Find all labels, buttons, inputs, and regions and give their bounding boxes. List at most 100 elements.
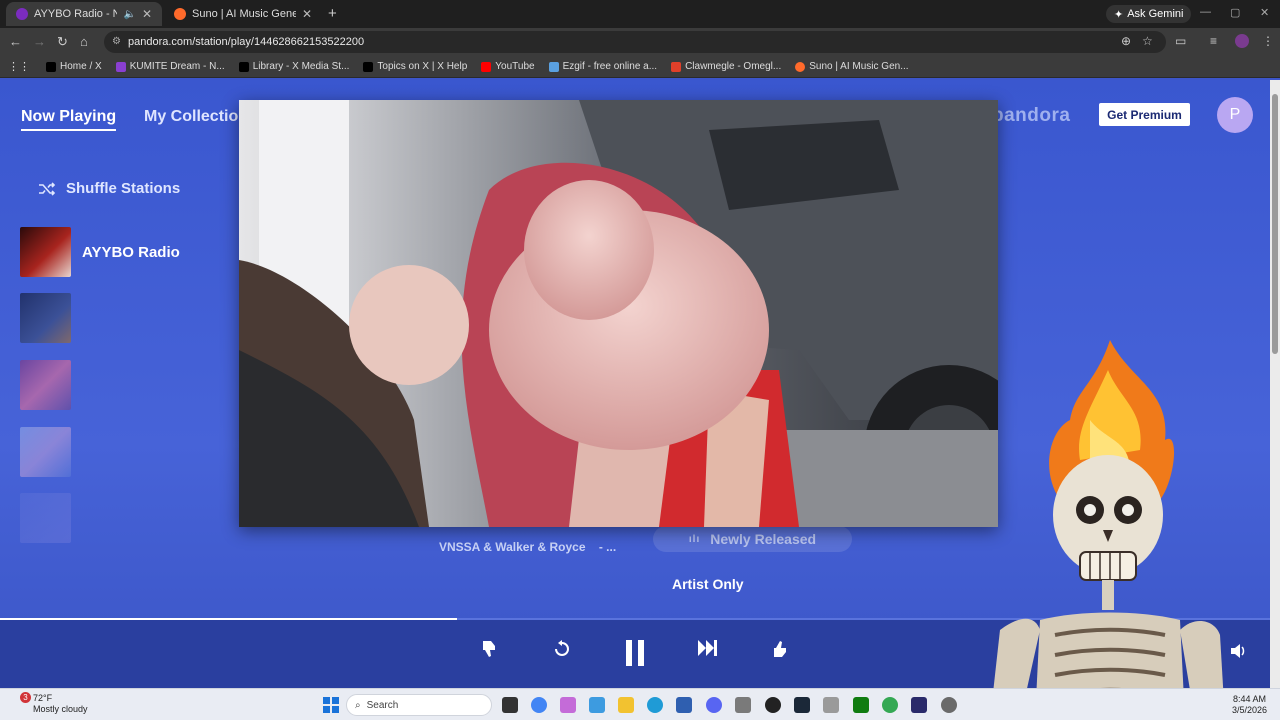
bookmark-item[interactable]: Home / X [46, 61, 102, 72]
profile-icon[interactable] [1235, 34, 1249, 48]
xbox-icon[interactable] [853, 697, 869, 713]
station-thumb-ayybo[interactable] [20, 227, 71, 277]
nav-my-collection[interactable]: My Collection [144, 108, 248, 126]
bookmark-star-icon[interactable]: ☆ [1142, 34, 1153, 48]
chrome-icon[interactable] [531, 697, 547, 713]
waveform-icon: ılı [688, 533, 701, 545]
copilot-icon[interactable] [560, 697, 576, 713]
track-artist[interactable]: VNSSA & Walker & Royce - ... [439, 540, 616, 554]
windows-start-icon[interactable] [323, 697, 339, 713]
discord-icon[interactable] [706, 697, 722, 713]
suno-favicon-icon [174, 8, 186, 20]
video-overlay[interactable] [239, 100, 998, 527]
close-tab-icon[interactable]: ✕ [302, 7, 312, 21]
mode-pill[interactable]: ılı Newly Released [653, 526, 852, 552]
shuffle-stations-button[interactable]: Shuffle Stations [38, 180, 180, 197]
search-placeholder: Search [366, 699, 399, 711]
settings-icon[interactable] [941, 697, 957, 713]
zoom-icon[interactable]: ⊕ [1121, 34, 1131, 48]
shuffle-label: Shuffle Stations [66, 180, 181, 197]
gimp-icon[interactable] [823, 697, 839, 713]
youtube-icon [481, 61, 492, 72]
new-tab-icon[interactable]: + [328, 5, 337, 22]
address-bar[interactable]: ⚙ pandora.com/station/play/1446286621535… [104, 31, 1166, 53]
home-icon[interactable]: ⌂ [80, 34, 88, 49]
windows-taskbar: 3 72°F Mostly cloudy ⌕ Search 8:44 AM 3/… [0, 688, 1280, 720]
tab-ayybo-radio[interactable]: AYYBO Radio - Now Playing 🔈 ✕ [6, 2, 162, 26]
bookmark-item[interactable]: YouTube [481, 61, 535, 72]
time-total: 3:21 [1160, 648, 1182, 660]
search-icon: ⌕ [355, 699, 361, 711]
apps-grid-icon[interactable]: ⋮⋮ [8, 60, 30, 73]
thumbs-up-icon[interactable] [772, 640, 788, 658]
photos-icon[interactable] [589, 697, 605, 713]
progress-bar[interactable] [0, 618, 458, 620]
bookmark-item[interactable]: Topics on X | X Help [363, 61, 467, 72]
clawmegle-icon [671, 61, 682, 72]
shuffle-icon [39, 181, 56, 196]
maximize-icon[interactable]: ▢ [1230, 6, 1240, 19]
bookmark-label: Suno | AI Music Gen... [809, 61, 909, 72]
task-view-icon[interactable] [502, 697, 518, 713]
station-name[interactable]: AYYBO Radio [82, 244, 180, 261]
toolbar: ← → ↻ ⌂ ⚙ pandora.com/station/play/14462… [0, 28, 1280, 56]
reading-list-icon[interactable]: ≡ [1210, 34, 1217, 48]
cast-icon[interactable]: ▭ [1175, 34, 1186, 48]
chrome-profile-icon[interactable] [882, 697, 898, 713]
tab-title: AYYBO Radio - Now Playing [34, 8, 118, 20]
bookmark-label: Home / X [60, 61, 102, 72]
bookmark-item[interactable]: KUMITE Dream - N... [115, 61, 225, 72]
bookmark-item[interactable]: Ezgif - free online a... [548, 61, 657, 72]
minimize-icon[interactable]: — [1200, 6, 1211, 18]
pandora-logo[interactable]: pandora [992, 105, 1070, 127]
bookmark-label: Library - X Media St... [252, 61, 350, 72]
scrollbar-thumb[interactable] [1272, 94, 1278, 354]
weather-widget[interactable]: 72°F Mostly cloudy [33, 693, 88, 715]
pause-button[interactable] [624, 640, 646, 666]
tab-suno[interactable]: Suno | AI Music Generator ✕ [164, 2, 322, 26]
reload-icon[interactable]: ↻ [57, 34, 68, 50]
bookmark-item[interactable]: Library - X Media St... [238, 61, 350, 72]
bookmark-label: YouTube [495, 61, 535, 72]
nav-now-playing[interactable]: Now Playing [21, 108, 117, 131]
app-icon[interactable] [911, 697, 927, 713]
system-clock[interactable]: 8:44 AM 3/5/2026 [1232, 694, 1267, 716]
forward-icon[interactable]: → [33, 34, 46, 49]
player-bar: 1:12 3:21 [0, 618, 1270, 688]
bookmark-item[interactable]: Suno | AI Music Gen... [795, 61, 909, 72]
menu-icon[interactable]: ⋮ [1262, 34, 1274, 48]
ask-gemini-button[interactable]: ✦ Ask Gemini [1106, 5, 1192, 23]
edge-icon[interactable] [647, 697, 663, 713]
site-info-icon[interactable]: ⚙ [112, 36, 121, 47]
steam-icon[interactable] [794, 697, 810, 713]
thumbs-down-icon[interactable] [481, 640, 497, 658]
obs-icon[interactable] [765, 697, 781, 713]
skip-icon[interactable] [698, 640, 718, 656]
station-thumb[interactable] [20, 293, 71, 343]
close-window-icon[interactable]: ✕ [1260, 6, 1269, 19]
volume-icon[interactable] [1231, 644, 1247, 658]
time-elapsed: 1:12 [1124, 648, 1146, 660]
station-thumb[interactable] [20, 427, 71, 477]
user-avatar[interactable]: P [1217, 97, 1253, 133]
taskbar-search[interactable]: ⌕ Search [346, 694, 492, 716]
station-thumb[interactable] [20, 493, 71, 543]
replay-icon[interactable] [553, 640, 571, 658]
snipping-tool-icon[interactable] [735, 697, 751, 713]
x-logo-icon [238, 61, 249, 72]
weather-temp: 72°F [33, 693, 53, 703]
speaker-icon[interactable]: 🔈 [123, 9, 135, 20]
close-tab-icon[interactable]: ✕ [142, 7, 152, 21]
station-thumb[interactable] [20, 360, 71, 410]
ask-gemini-label: Ask Gemini [1127, 8, 1184, 20]
mode-option-artist-only[interactable]: Artist Only [672, 576, 744, 592]
back-icon[interactable]: ← [9, 34, 22, 49]
tab-strip: AYYBO Radio - Now Playing 🔈 ✕ Suno | AI … [0, 0, 1280, 28]
store-icon[interactable] [676, 697, 692, 713]
get-premium-button[interactable]: Get Premium [1099, 103, 1190, 126]
pandora-favicon-icon [16, 8, 28, 20]
bookmark-item[interactable]: Clawmegle - Omegl... [671, 61, 781, 72]
page-scrollbar[interactable] [1270, 80, 1280, 688]
file-explorer-icon[interactable] [618, 697, 634, 713]
weather-desc: Mostly cloudy [33, 704, 88, 714]
